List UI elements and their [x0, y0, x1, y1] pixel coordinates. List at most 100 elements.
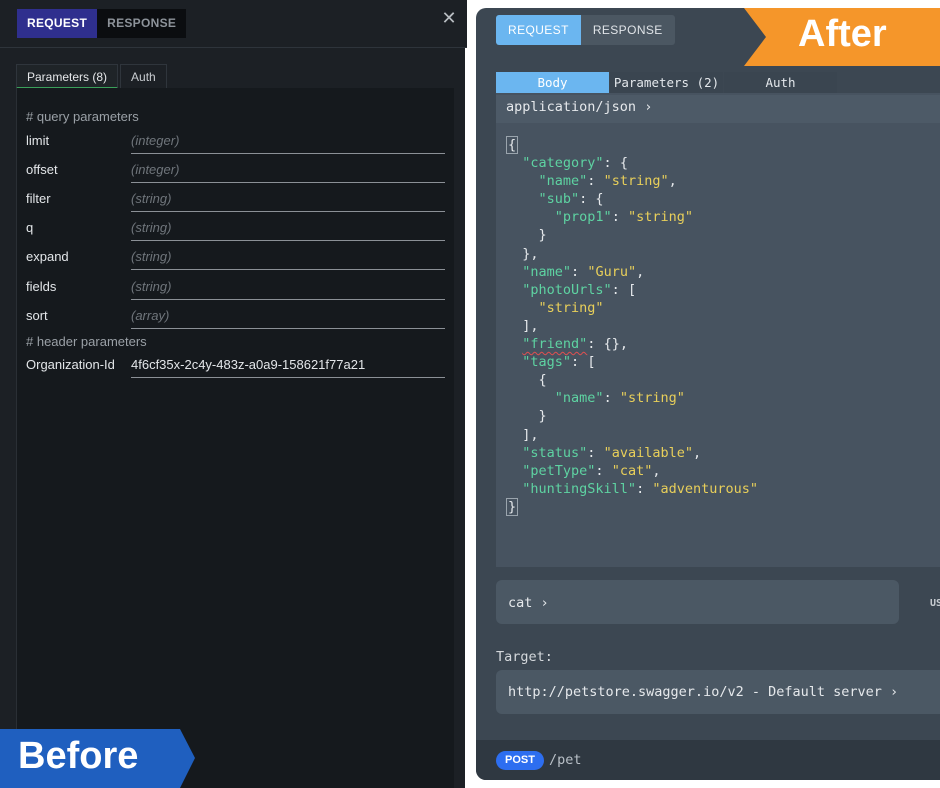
- json-string: "cat": [611, 462, 653, 479]
- after-response-button[interactable]: RESPONSE: [580, 15, 675, 45]
- param-name: expand: [26, 249, 69, 264]
- before-label-text: Before: [18, 735, 139, 777]
- before-response-button[interactable]: RESPONSE: [97, 9, 187, 38]
- param-name: fields: [26, 279, 57, 294]
- param-name: limit: [26, 133, 50, 148]
- code-line: "prop1": "string": [554, 209, 693, 226]
- after-tabs: Body Parameters (2) Auth: [496, 72, 838, 93]
- code-line: "name": "string": [554, 390, 685, 407]
- tab-parameters[interactable]: Parameters (2): [610, 72, 723, 93]
- target-server-value: http://petstore.swagger.io/v2 - Default …: [508, 684, 882, 700]
- content-type-select[interactable]: application/json ›: [506, 99, 652, 115]
- code-line: "friend": {},: [522, 336, 628, 353]
- json-key: "friend": [522, 336, 588, 353]
- param-input[interactable]: (string): [131, 276, 445, 300]
- json-key: "photoUrls": [522, 281, 612, 298]
- code-line: }: [506, 497, 758, 516]
- param-input[interactable]: (string): [131, 246, 445, 270]
- json-key: "prop1": [554, 209, 612, 226]
- json-string: "available": [603, 444, 693, 461]
- query-parameters-comment: # query parameters: [26, 109, 139, 124]
- code-line: ],: [522, 426, 539, 443]
- code-line: "sub": {: [538, 191, 604, 208]
- param-input[interactable]: (array): [131, 305, 445, 329]
- param-row: offset (integer): [26, 159, 446, 183]
- param-row: q (string): [26, 217, 446, 241]
- code-line: "name": "string",: [538, 173, 677, 190]
- before-label: Before: [0, 729, 195, 788]
- example-select-label: cat ›: [508, 595, 549, 611]
- code-line: {: [506, 136, 758, 154]
- json-body-editor[interactable]: { "category": { "name": "string", "sub":…: [506, 136, 758, 516]
- tab-auth[interactable]: Auth: [120, 64, 167, 89]
- code-line: "status": "available",: [522, 444, 702, 461]
- json-key: "petType": [522, 462, 596, 479]
- after-panel: REQUEST RESPONSE Body Parameters (2) Aut…: [476, 8, 940, 780]
- param-name: Organization-Id: [26, 357, 115, 372]
- param-name: offset: [26, 162, 58, 177]
- json-string: "string": [619, 390, 685, 407]
- param-row: filter (string): [26, 188, 446, 212]
- param-row: limit (integer): [26, 130, 446, 154]
- code-line: },: [522, 245, 539, 262]
- matched-bracket: }: [506, 497, 519, 516]
- example-select[interactable]: cat ›: [496, 580, 899, 624]
- chevron-right-icon: ›: [644, 99, 653, 115]
- organization-id-input[interactable]: 4f6cf35x-2c4y-483z-a0a9-158621f77a21: [131, 354, 445, 378]
- json-string: "string": [538, 299, 604, 316]
- json-string: "string": [603, 173, 669, 190]
- param-name: q: [26, 220, 34, 235]
- param-input[interactable]: (integer): [131, 130, 445, 154]
- target-server-select[interactable]: http://petstore.swagger.io/v2 - Default …: [496, 670, 940, 714]
- chevron-right-icon: ›: [890, 684, 899, 700]
- param-name: sort: [26, 308, 48, 323]
- json-key: "name": [522, 263, 572, 280]
- method-badge: POST: [496, 751, 544, 770]
- param-input[interactable]: (integer): [131, 159, 445, 183]
- param-row: fields (string): [26, 276, 446, 300]
- param-row: expand (string): [26, 246, 446, 270]
- example-select-value: cat: [508, 595, 533, 611]
- json-key: "category": [522, 155, 604, 172]
- before-tabs: Parameters (8) Auth: [16, 64, 169, 89]
- after-label-text: After: [798, 13, 887, 55]
- after-label: After: [744, 8, 940, 66]
- matched-bracket: {: [506, 136, 519, 154]
- code-line: "string": [506, 299, 758, 317]
- code-line: "photoUrls": [: [522, 281, 637, 298]
- before-request-button[interactable]: REQUEST: [17, 9, 98, 38]
- tab-body[interactable]: Body: [496, 72, 609, 93]
- request-path: /pet: [549, 752, 582, 768]
- target-server-label: http://petstore.swagger.io/v2 - Default …: [508, 684, 898, 700]
- code-line: "petType": "cat",: [522, 462, 661, 479]
- code-line: }: [538, 227, 547, 244]
- chevron-right-icon: ›: [540, 595, 549, 611]
- side-text: US: [930, 598, 940, 609]
- json-string: "adventurous": [652, 480, 759, 497]
- param-input[interactable]: (string): [131, 188, 445, 212]
- after-request-button[interactable]: REQUEST: [496, 15, 581, 45]
- tab-auth[interactable]: Auth: [724, 72, 837, 93]
- json-key: "tags": [522, 354, 572, 371]
- target-label: Target:: [496, 649, 553, 665]
- param-input[interactable]: (string): [131, 217, 445, 241]
- code-line: "category": {: [522, 155, 628, 172]
- code-line: "tags": [: [522, 354, 596, 371]
- param-name: filter: [26, 191, 51, 206]
- before-topbar: REQUEST RESPONSE ✕: [0, 0, 467, 48]
- json-key: "sub": [538, 191, 580, 208]
- after-request-response-toggle: REQUEST RESPONSE: [496, 15, 675, 45]
- json-key: "status": [522, 444, 588, 461]
- before-panel: REQUEST RESPONSE ✕ Parameters (8) Auth #…: [0, 0, 467, 788]
- header-param-row: Organization-Id 4f6cf35x-2c4y-483z-a0a9-…: [26, 354, 446, 378]
- json-string: "string": [627, 209, 693, 226]
- param-row: sort (array): [26, 305, 446, 329]
- tab-parameters[interactable]: Parameters (8): [16, 64, 119, 89]
- json-key: "huntingSkill": [522, 480, 637, 497]
- request-line-bar: POST /pet: [476, 740, 940, 780]
- json-key: "name": [538, 173, 588, 190]
- close-icon[interactable]: ✕: [440, 9, 458, 27]
- before-request-response-toggle: REQUEST RESPONSE: [17, 9, 187, 38]
- code-line: {: [538, 372, 547, 389]
- json-string: "Guru": [587, 263, 637, 280]
